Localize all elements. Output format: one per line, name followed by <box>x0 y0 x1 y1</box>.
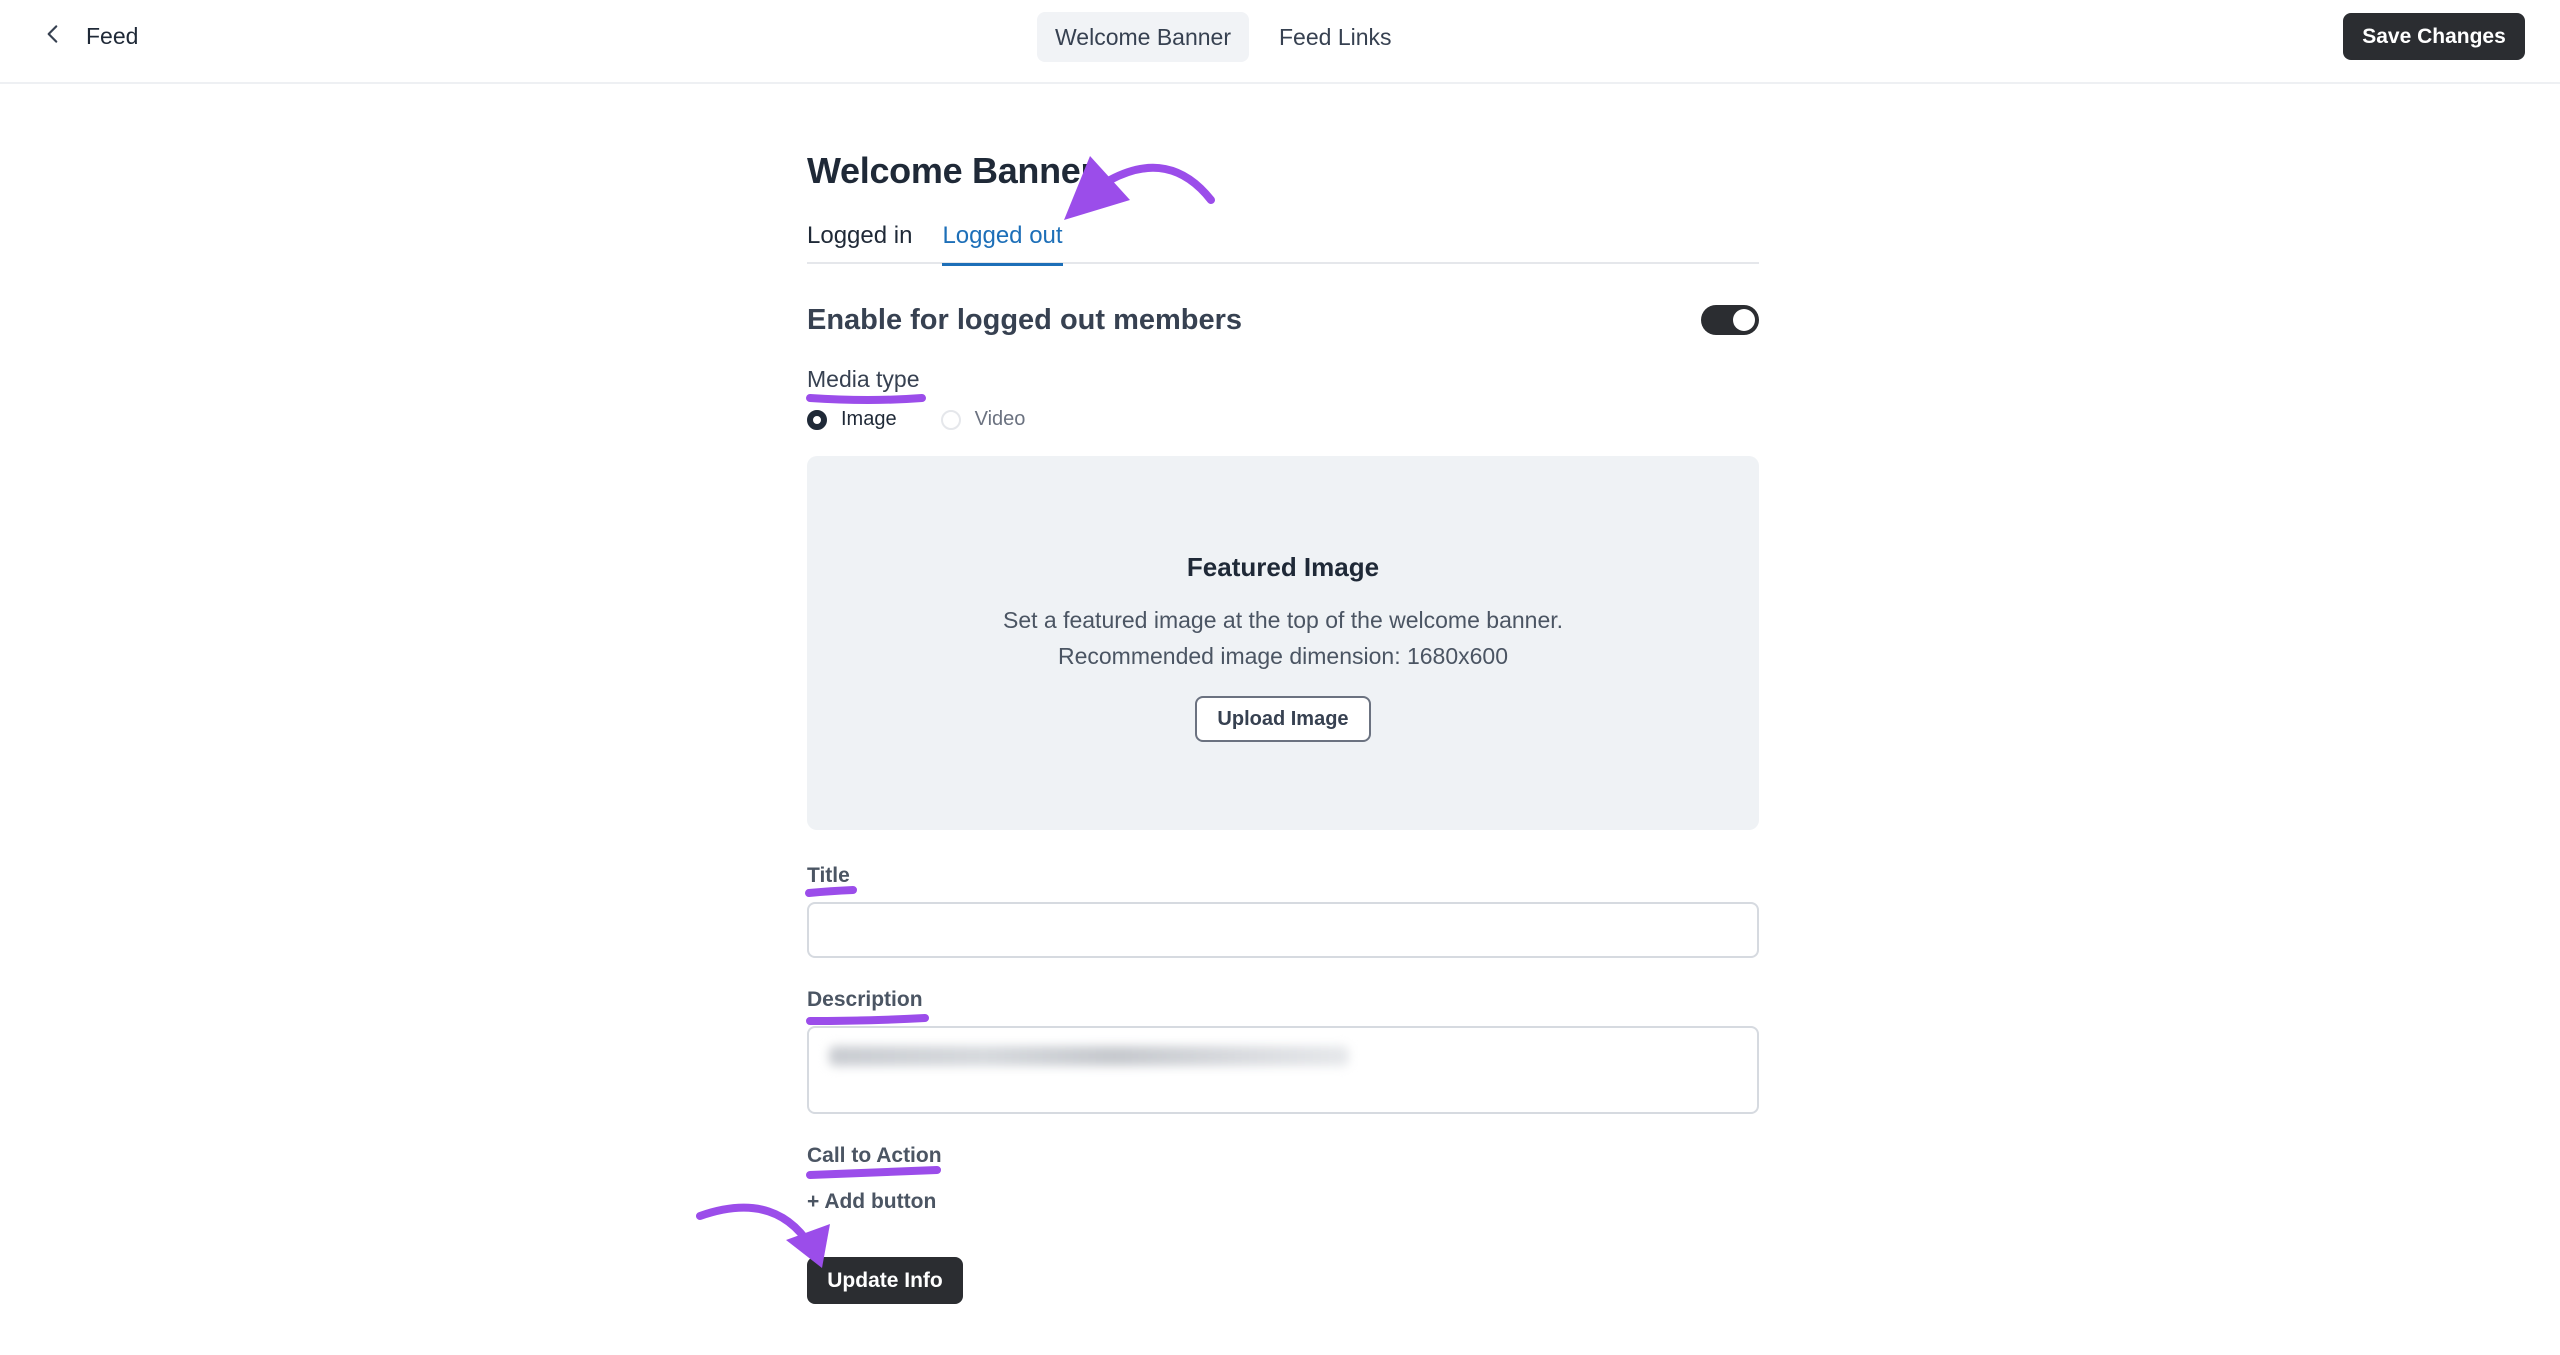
enable-label: Enable for logged out members <box>807 303 1243 336</box>
featured-image-desc-line-1: Set a featured image at the top of the w… <box>1002 607 1564 633</box>
featured-image-title: Featured Image <box>1186 552 1380 582</box>
back-button[interactable]: Feed <box>40 18 138 54</box>
description-label: Description <box>807 988 923 1011</box>
title-label: Title <box>807 864 850 887</box>
upload-image-button[interactable]: Upload Image <box>1195 696 1371 742</box>
chevron-left-icon <box>40 21 66 52</box>
radio-image[interactable]: Image <box>807 408 897 431</box>
underline-media-type <box>806 394 926 404</box>
description-input[interactable] <box>807 1026 1759 1114</box>
top-bar: Feed Welcome Banner Feed Links Save Chan… <box>0 0 2560 84</box>
description-blurred-text <box>829 1046 1349 1066</box>
update-info-button[interactable]: Update Info <box>807 1257 963 1304</box>
audience-tabs: Logged in Logged out <box>807 216 1759 266</box>
enable-row: Enable for logged out members <box>807 300 1759 340</box>
radio-image-circle[interactable] <box>807 409 827 430</box>
title-input[interactable] <box>807 902 1759 958</box>
toggle-knob <box>1733 309 1755 331</box>
underline-description <box>806 1014 929 1025</box>
save-changes-button[interactable]: Save Changes <box>2343 13 2525 60</box>
tab-welcome-banner[interactable]: Welcome Banner <box>1037 12 1249 62</box>
tab-logged-out[interactable]: Logged out <box>942 216 1063 266</box>
featured-image-description: Set a featured image at the top of the w… <box>807 602 1759 674</box>
back-label: Feed <box>86 22 139 49</box>
underline-cta <box>806 1166 941 1179</box>
enable-toggle[interactable] <box>1701 305 1759 335</box>
add-button-link[interactable]: + Add button <box>807 1190 936 1214</box>
arrow-to-logged-out-curve <box>1106 163 1215 204</box>
featured-image-desc-line-2: Recommended image dimension: 1680x600 <box>1057 643 1509 669</box>
tab-logged-in[interactable]: Logged in <box>807 216 912 264</box>
media-type-radios: Image Video <box>807 408 1025 431</box>
underline-title <box>805 886 857 897</box>
radio-image-label: Image <box>841 408 897 430</box>
tab-feed-links[interactable]: Feed Links <box>1261 12 1410 62</box>
radio-video[interactable]: Video <box>940 408 1026 431</box>
arrow-to-update-curve <box>696 1203 819 1258</box>
top-nav-tabs: Welcome Banner Feed Links <box>1037 12 1410 62</box>
radio-video-circle[interactable] <box>940 409 961 430</box>
featured-image-dropzone: Featured Image Set a featured image at t… <box>807 456 1759 830</box>
page-title: Welcome Banner <box>807 150 1095 191</box>
media-type-label: Media type <box>807 366 920 392</box>
cta-label: Call to Action <box>807 1144 942 1167</box>
radio-video-label: Video <box>974 408 1026 430</box>
